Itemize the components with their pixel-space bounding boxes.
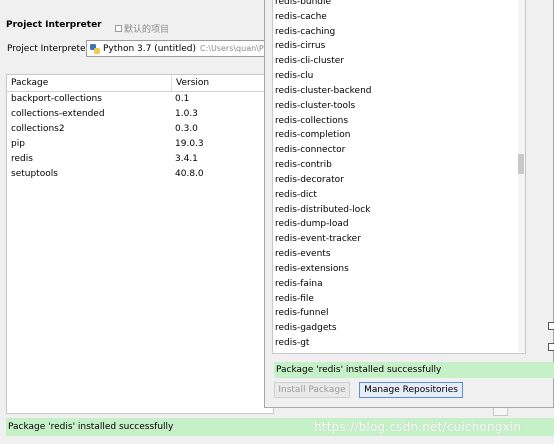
table-header: Package Version bbox=[7, 75, 273, 92]
list-item[interactable]: redis-gt bbox=[273, 336, 525, 351]
list-item[interactable]: redis-funnel bbox=[273, 306, 525, 321]
dialog-status-message: Package 'redis' installed successfully bbox=[274, 362, 554, 378]
list-item[interactable]: redis-cirrus bbox=[273, 39, 525, 54]
project-scope-label: 默认的项目 bbox=[115, 22, 169, 35]
list-item[interactable]: redis-dict bbox=[273, 188, 525, 203]
list-item[interactable]: redis-completion bbox=[273, 128, 525, 143]
interpreter-select[interactable]: Python 3.7 (untitled) C:\Users\quan\Pych… bbox=[86, 40, 286, 57]
table-row[interactable]: pip 19.0.3 bbox=[7, 137, 273, 152]
package-name: setuptools bbox=[11, 169, 58, 179]
table-row[interactable]: collections-extended 1.0.3 bbox=[7, 107, 273, 122]
table-row[interactable]: backport-collections 0.1 bbox=[7, 92, 273, 107]
interpreter-label: Project Interpreter: bbox=[7, 44, 93, 54]
list-item[interactable]: redis-collections bbox=[273, 114, 525, 129]
table-row[interactable]: redis 3.4.1 bbox=[7, 152, 273, 167]
project-icon bbox=[115, 25, 122, 32]
page-title: Project Interpreter bbox=[6, 20, 102, 30]
list-item[interactable]: redis-clu bbox=[273, 69, 525, 84]
list-item[interactable]: redis-cluster-backend bbox=[273, 84, 525, 99]
list-item[interactable]: redis-event-tracker bbox=[273, 232, 525, 247]
install-package-button[interactable]: Install Package bbox=[274, 382, 350, 398]
list-item[interactable]: redis-gadgets bbox=[273, 321, 525, 336]
manage-repositories-button[interactable]: Manage Repositories bbox=[359, 382, 463, 398]
package-name: collections2 bbox=[11, 124, 65, 134]
installed-packages-table[interactable]: Package Version backport-collections 0.1… bbox=[6, 74, 274, 414]
list-item[interactable]: redis-cache bbox=[273, 10, 525, 25]
list-item[interactable]: redis-cli-cluster bbox=[273, 54, 525, 69]
list-item[interactable]: redis-file bbox=[273, 292, 525, 307]
interpreter-name: Python 3.7 (untitled) bbox=[103, 43, 196, 54]
column-header-package[interactable]: Package bbox=[7, 75, 172, 91]
watermark-text: https://blog.csdn.net/cuichongxin bbox=[314, 420, 522, 434]
package-name: redis bbox=[11, 154, 33, 164]
list-item[interactable]: redis-distributed-lock bbox=[273, 203, 525, 218]
python-icon bbox=[90, 43, 100, 54]
package-version: 1.0.3 bbox=[175, 109, 198, 119]
list-item[interactable]: redis-events bbox=[273, 247, 525, 262]
package-version: 3.4.1 bbox=[175, 154, 198, 164]
package-version: 19.0.3 bbox=[175, 139, 204, 149]
package-version: 0.3.0 bbox=[175, 124, 198, 134]
list-item[interactable]: redis-caching bbox=[273, 25, 525, 40]
package-name: backport-collections bbox=[11, 94, 102, 104]
list-scrollbar[interactable] bbox=[518, 0, 525, 352]
list-item[interactable]: redis-faina bbox=[273, 277, 525, 292]
option-checkbox[interactable] bbox=[548, 322, 554, 330]
available-packages-list[interactable]: redis-bundle redis-cache redis-caching r… bbox=[272, 0, 526, 354]
package-name: pip bbox=[11, 139, 25, 149]
package-version: 40.8.0 bbox=[175, 169, 204, 179]
list-item[interactable]: redis-extensions bbox=[273, 262, 525, 277]
package-name: collections-extended bbox=[11, 109, 105, 119]
option-checkbox[interactable] bbox=[548, 343, 554, 351]
list-item[interactable]: redis-decorator bbox=[273, 173, 525, 188]
list-scrollbar-thumb[interactable] bbox=[518, 154, 524, 174]
list-item[interactable]: redis-bundle bbox=[273, 0, 525, 10]
column-header-version[interactable]: Version bbox=[172, 75, 273, 91]
table-row[interactable]: setuptools 40.8.0 bbox=[7, 167, 273, 182]
package-version: 0.1 bbox=[175, 94, 190, 104]
table-row[interactable]: collections2 0.3.0 bbox=[7, 122, 273, 137]
list-item[interactable]: redis-connector bbox=[273, 143, 525, 158]
project-scope-text: 默认的项目 bbox=[124, 25, 170, 35]
list-item[interactable]: redis-contrib bbox=[273, 158, 525, 173]
list-item[interactable]: redis-dump-load bbox=[273, 217, 525, 232]
list-item[interactable]: redis-cluster-tools bbox=[273, 99, 525, 114]
